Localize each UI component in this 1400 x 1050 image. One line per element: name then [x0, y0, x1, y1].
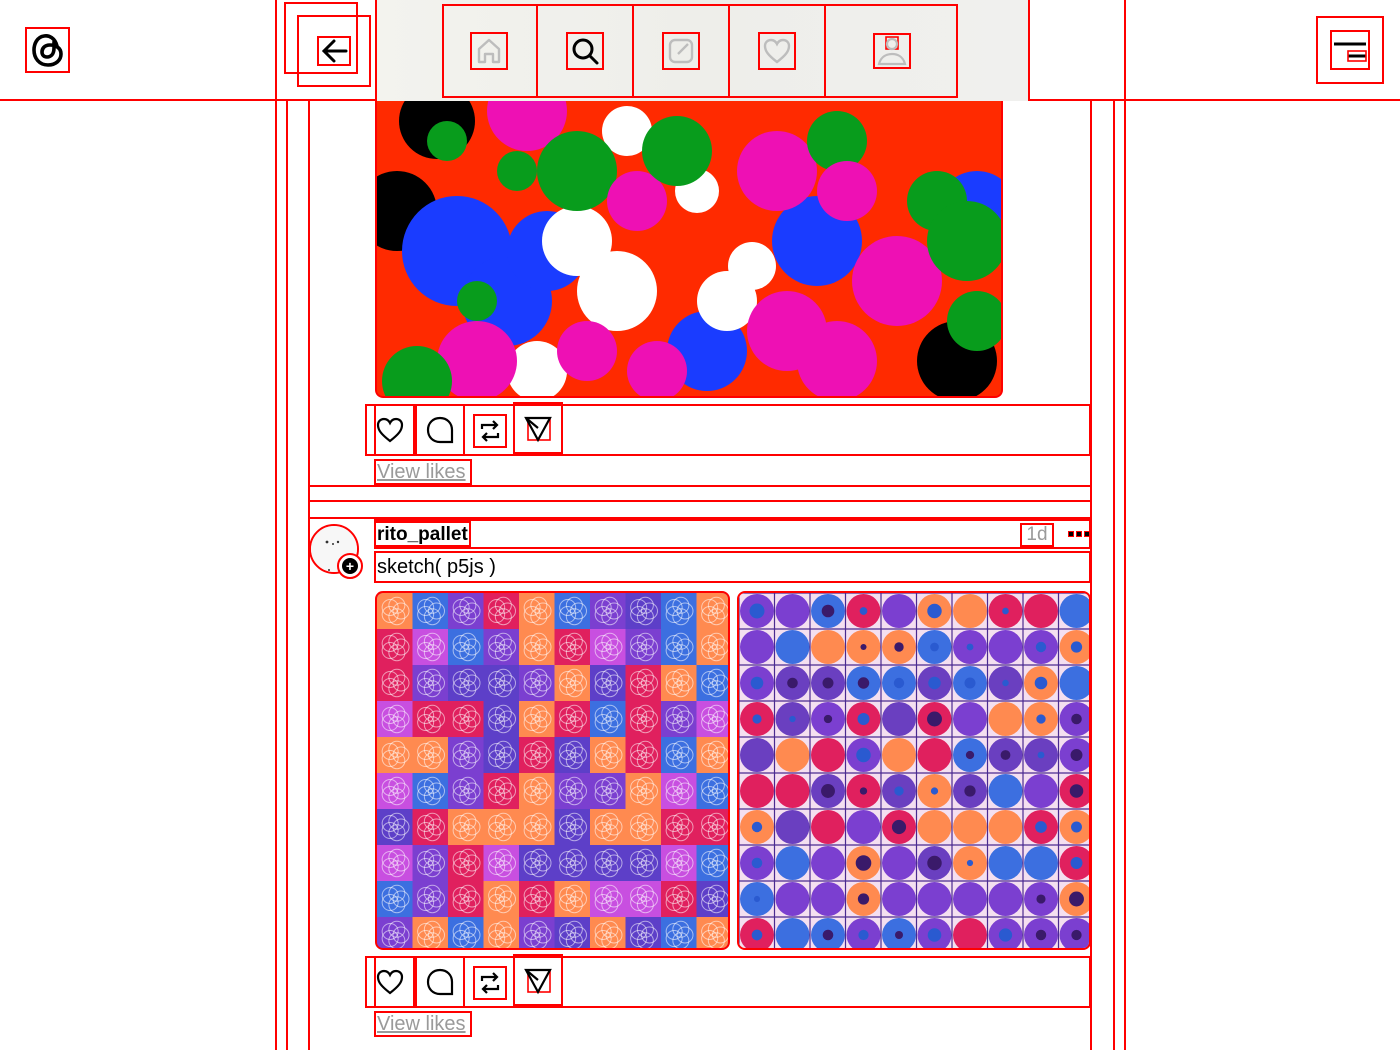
- more-options-icon[interactable]: [1068, 527, 1090, 541]
- repost-icon: [480, 420, 500, 442]
- nav-activity[interactable]: [730, 4, 826, 98]
- view-likes-link[interactable]: View likes: [374, 1011, 472, 1037]
- reply-icon: [426, 968, 454, 996]
- menu-button[interactable]: [1316, 16, 1384, 84]
- share-icon: [524, 968, 552, 995]
- reply-button[interactable]: [415, 404, 465, 456]
- nav-profile[interactable]: [826, 4, 958, 98]
- post-image[interactable]: [375, 591, 730, 950]
- top-bar: [0, 0, 1400, 101]
- repost-button[interactable]: [473, 966, 507, 1000]
- column-guide: [308, 101, 310, 1050]
- nav-search[interactable]: [538, 4, 634, 98]
- post-image[interactable]: [737, 591, 1091, 950]
- threads-logo-icon[interactable]: [25, 27, 70, 73]
- like-button[interactable]: [365, 956, 415, 1008]
- view-likes-link[interactable]: View likes: [374, 459, 472, 485]
- follow-button[interactable]: +: [337, 553, 363, 579]
- post-divider: [308, 500, 1092, 502]
- column-guide: [1113, 101, 1115, 1050]
- heart-icon: [758, 32, 796, 70]
- post-image[interactable]: [375, 101, 1003, 398]
- heart-icon: [376, 417, 404, 443]
- repost-icon: [480, 972, 500, 994]
- share-button[interactable]: [513, 402, 563, 454]
- menu-icon: [1330, 30, 1370, 70]
- back-arrow-icon: [317, 36, 351, 66]
- column-guide: [275, 0, 277, 1050]
- share-button[interactable]: [513, 954, 563, 1006]
- post-meta: rito_pallet 1d: [374, 519, 1091, 549]
- post-actions: [365, 954, 1091, 1008]
- post-caption: sketch( p5js ): [374, 551, 1091, 583]
- post-time: 1d: [1020, 523, 1054, 547]
- search-icon: [566, 32, 604, 70]
- plus-icon: +: [342, 558, 358, 574]
- nav-compose[interactable]: [634, 4, 730, 98]
- username[interactable]: rito_pallet: [376, 521, 471, 547]
- back-button[interactable]: [297, 15, 371, 87]
- share-icon: [524, 416, 552, 443]
- profile-icon: [873, 33, 911, 69]
- repost-button[interactable]: [473, 414, 507, 448]
- like-button[interactable]: [365, 404, 415, 456]
- column-guide: [286, 101, 288, 1050]
- home-icon: [470, 32, 508, 70]
- reply-icon: [426, 416, 454, 444]
- column-guide: [1124, 0, 1126, 1050]
- post-actions: [365, 402, 1091, 456]
- post-divider: [308, 485, 1092, 487]
- heart-icon: [376, 969, 404, 995]
- compose-icon: [662, 32, 700, 70]
- nav-home[interactable]: [442, 4, 538, 98]
- reply-button[interactable]: [415, 956, 465, 1008]
